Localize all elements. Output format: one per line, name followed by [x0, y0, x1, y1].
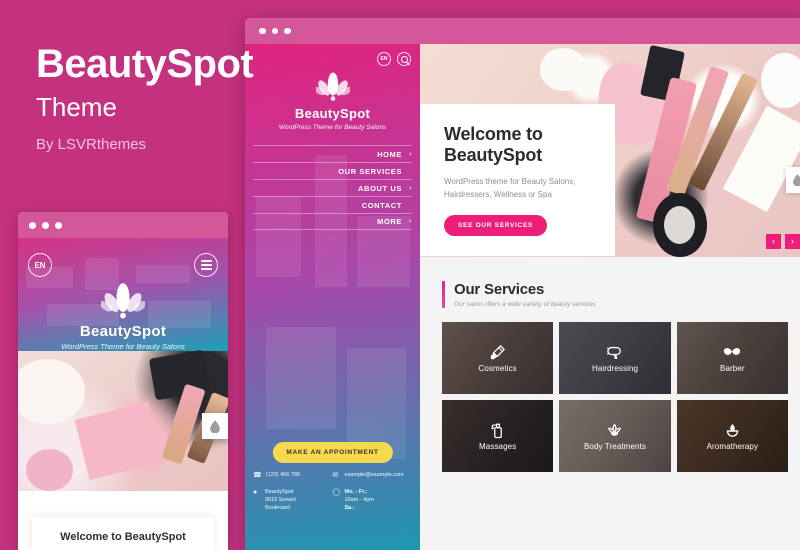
services-section: Our Services Our salon offers a wide var…	[420, 257, 800, 550]
make-appointment-button[interactable]: MAKE AN APPOINTMENT	[272, 442, 393, 463]
contact-hours: ◯ Mo. - Fr.: 10am - 4pm Sa.:	[333, 489, 413, 513]
author-credit: By LSVRthemes	[36, 136, 147, 153]
service-tile-hairdressing[interactable]: Hairdressing	[559, 322, 671, 394]
chevron-right-icon: ›	[409, 218, 412, 225]
slider-prev-button[interactable]: ‹	[766, 234, 781, 249]
accent-bar	[442, 281, 445, 308]
service-label: Body Treatments	[584, 441, 646, 451]
service-tile-aromatherapy[interactable]: Aromatherapy	[676, 400, 788, 472]
window-dot-close[interactable]	[259, 27, 266, 35]
mustache-icon	[724, 348, 741, 355]
sidebar-item-home[interactable]: HOME ›	[253, 145, 412, 162]
sidebar-navigation: HOME › OUR SERVICES ABOUT US › CONTACT M…	[245, 145, 420, 230]
nav-label: CONTACT	[361, 200, 402, 210]
droplet-widget[interactable]	[202, 413, 228, 439]
droplet-icon	[792, 174, 800, 186]
service-label: Hairdressing	[591, 363, 639, 373]
lotus-icon	[101, 283, 145, 319]
mail-icon: ✉	[332, 472, 339, 479]
mobile-brand-name: BeautySpot	[79, 323, 167, 340]
desktop-preview-window: EN BeautySpot WordPress Theme for Beauty…	[245, 18, 800, 550]
nav-label: MORE	[377, 217, 402, 226]
sidebar-contact-info: ☎ (123) 456 789 ✉ example@example.com ● …	[253, 472, 412, 522]
promo-block: BeautySpot Theme By LSVRthemes	[36, 44, 276, 153]
slider-next-button[interactable]: ›	[785, 234, 800, 249]
window-dot-minimize[interactable]	[271, 27, 278, 35]
sidebar-item-more[interactable]: MORE ›	[253, 213, 412, 230]
service-tile-massages[interactable]: Massages	[442, 400, 554, 472]
lotus-icon	[608, 423, 622, 436]
hero-slider: Welcome to BeautySpot WordPress theme fo…	[420, 44, 800, 257]
service-tile-barber[interactable]: Barber	[676, 322, 788, 394]
sidebar-item-our-services[interactable]: OUR SERVICES	[253, 162, 412, 179]
window-dot-close[interactable]	[29, 221, 36, 229]
hairdryer-icon	[607, 346, 622, 359]
mobile-header: EN BeautySpot WordPress Theme for Beauty…	[18, 238, 228, 351]
chevron-right-icon: ›	[409, 184, 412, 192]
mobile-hero-image	[18, 349, 228, 491]
nav-label: OUR SERVICES	[338, 166, 402, 176]
droplet-icon	[210, 419, 220, 433]
hero-slider-controls: ‹ ›	[766, 234, 800, 249]
services-grid: Cosmetics Hairdressing Barber Massages B…	[442, 322, 788, 472]
service-label: Massages	[479, 441, 517, 451]
chevron-right-icon: ›	[409, 150, 412, 158]
page-subtitle: Theme	[36, 92, 117, 122]
lotus-icon	[315, 72, 350, 101]
service-label: Barber	[720, 364, 745, 373]
service-tile-body-treatments[interactable]: Body Treatments	[559, 400, 671, 472]
droplet-widget[interactable]	[786, 167, 800, 193]
clock-icon: ◯	[332, 489, 341, 497]
contact-email: ✉ example@example.com	[333, 472, 413, 480]
desktop-window-chrome	[245, 18, 800, 44]
contact-phone: ☎ (123) 456 789	[253, 472, 333, 480]
services-header: Our Services Our salon offers a wide var…	[442, 281, 788, 308]
lotion-bottle-icon	[491, 423, 502, 438]
services-subheading: Our salon offers a wide variety of beaut…	[454, 301, 596, 308]
desktop-main-content: Welcome to BeautySpot WordPress theme fo…	[420, 44, 800, 550]
language-badge[interactable]: EN	[28, 253, 52, 277]
phone-icon: ☎	[253, 472, 262, 479]
mobile-card-heading: Welcome to BeautySpot	[60, 531, 186, 543]
window-dot-minimize[interactable]	[42, 221, 49, 229]
oil-burner-icon	[726, 423, 739, 437]
contact-address: ● BeautySpot 9015 Sunset Boulevard	[253, 489, 333, 513]
page-title: BeautySpot	[36, 42, 254, 86]
see-our-services-button[interactable]: SEE OUR SERVICES	[444, 214, 548, 236]
hero-text-panel: Welcome to BeautySpot WordPress theme fo…	[420, 104, 615, 256]
hero-paragraph: WordPress theme for Beauty Salons, Haird…	[444, 176, 576, 200]
contact-phone-value: (123) 456 789	[265, 472, 300, 478]
nav-label: ABOUT US	[358, 183, 402, 193]
services-heading: Our Services	[454, 281, 545, 298]
contact-address-value: BeautySpot 9015 Sunset Boulevard	[265, 489, 296, 512]
mobile-window-chrome	[18, 212, 228, 238]
mobile-preview-window: EN BeautySpot WordPress Theme for Beauty…	[18, 212, 228, 550]
window-dot-maximize[interactable]	[284, 27, 291, 35]
sidebar-item-about-us[interactable]: ABOUT US ›	[253, 179, 412, 196]
pin-icon: ●	[253, 489, 258, 497]
mobile-welcome-card: Welcome to BeautySpot	[32, 517, 214, 550]
hero-heading: Welcome to BeautySpot	[444, 124, 543, 165]
service-tile-cosmetics[interactable]: Cosmetics	[442, 322, 554, 394]
window-dot-maximize[interactable]	[55, 221, 62, 229]
sidebar-item-contact[interactable]: CONTACT	[253, 196, 412, 213]
nav-label: HOME	[377, 149, 402, 159]
contact-email-value: example@example.com	[344, 472, 404, 478]
mobile-branding: BeautySpot WordPress Theme for Beauty Sa…	[18, 280, 228, 351]
makeup-brush-icon	[490, 344, 506, 359]
service-label: Aromatherapy	[706, 441, 759, 451]
service-label: Cosmetics	[478, 363, 517, 373]
hamburger-icon[interactable]	[194, 253, 218, 277]
contact-hours-value: Mo. - Fr.: 10am - 4pm Sa.:	[344, 489, 374, 512]
